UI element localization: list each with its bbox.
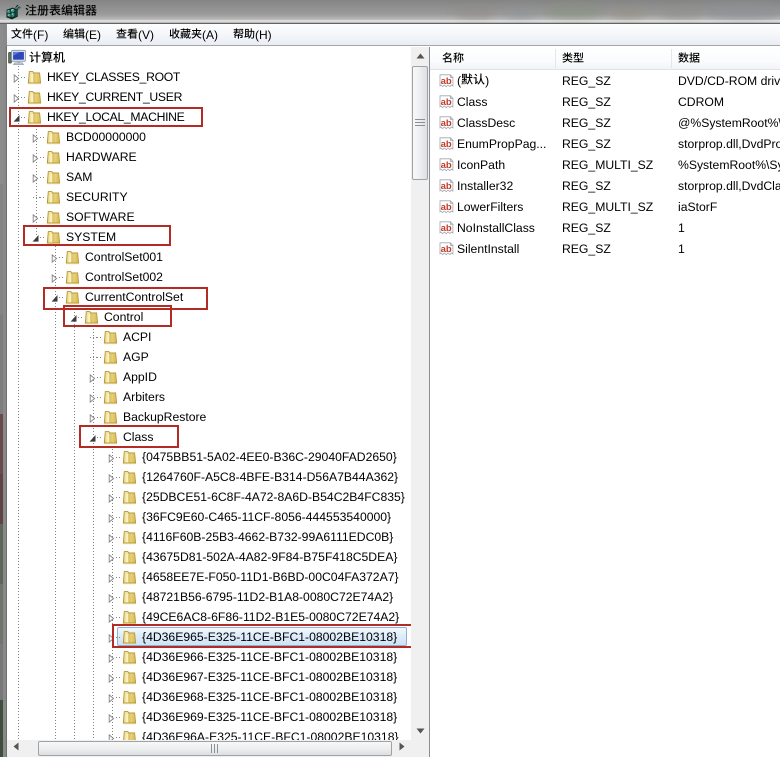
svg-text:ab: ab <box>441 160 452 171</box>
svg-text:ab: ab <box>441 244 452 255</box>
svg-text:ab: ab <box>441 202 452 213</box>
svg-text:ab: ab <box>441 118 452 129</box>
svg-text:ab: ab <box>441 223 452 234</box>
svg-text:ab: ab <box>441 76 452 87</box>
svg-text:ab: ab <box>441 97 452 108</box>
svg-text:ab: ab <box>441 181 452 192</box>
svg-text:ab: ab <box>441 139 452 150</box>
